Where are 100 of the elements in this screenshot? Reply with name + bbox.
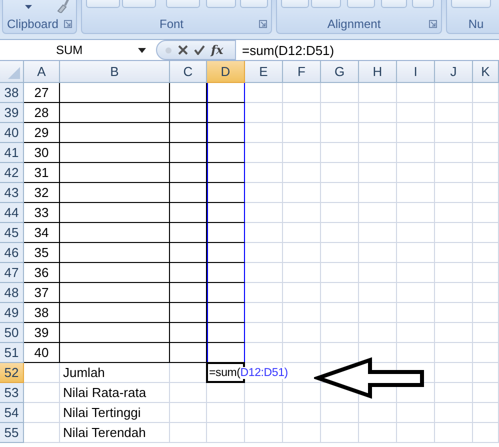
table-cell (473, 143, 499, 163)
table-cell: 40 (24, 343, 60, 363)
table-cell (435, 283, 473, 303)
table-cell (473, 203, 499, 223)
table-cell (397, 243, 435, 263)
table-cell (397, 163, 435, 183)
table-cell: 37 (24, 283, 60, 303)
table-cell (473, 403, 499, 423)
row-header[interactable]: 44 (0, 203, 24, 223)
check-icon[interactable] (194, 45, 205, 55)
table-cell (397, 123, 435, 143)
table-cell (359, 223, 397, 243)
table-cell (473, 83, 499, 103)
dialog-launcher-icon[interactable] (64, 20, 72, 28)
table-cell (245, 263, 283, 283)
row-header[interactable]: 54 (0, 403, 24, 423)
row-header[interactable]: 39 (0, 103, 24, 123)
name-box[interactable]: SUM (0, 40, 150, 60)
table-cell (473, 243, 499, 263)
table-cell (435, 223, 473, 243)
table-cell: 33 (24, 203, 60, 223)
table-cell (283, 243, 321, 263)
brush-icon[interactable] (55, 0, 69, 13)
table-cell (321, 103, 359, 123)
column-header[interactable]: D (207, 61, 245, 83)
table-cell (283, 103, 321, 123)
column-header[interactable]: A (24, 61, 60, 83)
formula-field[interactable]: =sum(D12:D51) (236, 42, 334, 58)
table-cell (207, 383, 245, 403)
table-cell (24, 423, 60, 443)
row-header[interactable]: 43 (0, 183, 24, 203)
column-header[interactable]: I (397, 61, 435, 83)
table-cell (321, 163, 359, 183)
column-header[interactable]: K (473, 61, 499, 83)
table-cell (435, 383, 473, 403)
table-cell (245, 103, 283, 123)
table-cell (473, 263, 499, 283)
table-cell (397, 303, 435, 323)
column-header[interactable]: E (245, 61, 283, 83)
table-cell (245, 423, 283, 443)
insert-function-button[interactable]: fx (211, 43, 224, 57)
row-header[interactable]: 42 (0, 163, 24, 183)
dialog-launcher-icon[interactable] (429, 20, 437, 28)
table-cell: 36 (24, 263, 60, 283)
table-cell: 28 (24, 103, 60, 123)
table-cell (435, 143, 473, 163)
table-cell (435, 203, 473, 223)
column-header[interactable]: B (60, 61, 170, 83)
row-header[interactable]: 38 (0, 83, 24, 103)
row-header[interactable]: 48 (0, 283, 24, 303)
table-cell (473, 123, 499, 143)
row-header[interactable]: 40 (0, 123, 24, 143)
row-header[interactable]: 41 (0, 143, 24, 163)
row-header[interactable]: 47 (0, 263, 24, 283)
row-header[interactable]: 49 (0, 303, 24, 323)
table-cell (321, 223, 359, 243)
table-cell (283, 83, 321, 103)
table-cell (473, 103, 499, 123)
table-cell (245, 343, 283, 363)
table-cell (397, 143, 435, 163)
row-header[interactable]: 52 (0, 363, 24, 383)
column-header[interactable]: J (435, 61, 473, 83)
row-header[interactable]: 51 (0, 343, 24, 363)
table-cell: 32 (24, 183, 60, 203)
table-cell (435, 263, 473, 283)
table-cell: 31 (24, 163, 60, 183)
row-header[interactable]: 50 (0, 323, 24, 343)
table-cell (359, 243, 397, 263)
column-header[interactable]: C (170, 61, 207, 83)
table-cell (24, 363, 60, 383)
table-cell (321, 143, 359, 163)
table-cell (435, 343, 473, 363)
caret-icon[interactable] (25, 5, 32, 9)
table-cell (397, 203, 435, 223)
row-header[interactable]: 53 (0, 383, 24, 403)
column-header[interactable]: F (283, 61, 321, 83)
table-cell (435, 363, 473, 383)
row-header[interactable]: 46 (0, 243, 24, 263)
row-header[interactable]: 45 (0, 223, 24, 243)
table-cell (359, 403, 397, 423)
row-header[interactable]: 55 (0, 423, 24, 443)
table-cell: 39 (24, 323, 60, 343)
cell-text: =sum(D12:D51) (209, 366, 288, 378)
column-header[interactable]: G (321, 61, 359, 83)
table-cell (473, 283, 499, 303)
group-label: Alignment (327, 17, 381, 31)
table-cell: 30 (24, 143, 60, 163)
table-cell (397, 103, 435, 123)
caret-icon[interactable] (138, 48, 146, 52)
table-cell: 35 (24, 243, 60, 263)
select-all-button[interactable] (0, 61, 24, 83)
dialog-launcher-icon[interactable] (259, 20, 267, 28)
table-cell (245, 83, 283, 103)
table-cell (435, 243, 473, 263)
table-cell (359, 203, 397, 223)
table-cell (359, 283, 397, 303)
cancel-icon[interactable] (178, 45, 188, 55)
table-cell (435, 123, 473, 143)
column-header[interactable]: H (359, 61, 397, 83)
table-cell (283, 203, 321, 223)
